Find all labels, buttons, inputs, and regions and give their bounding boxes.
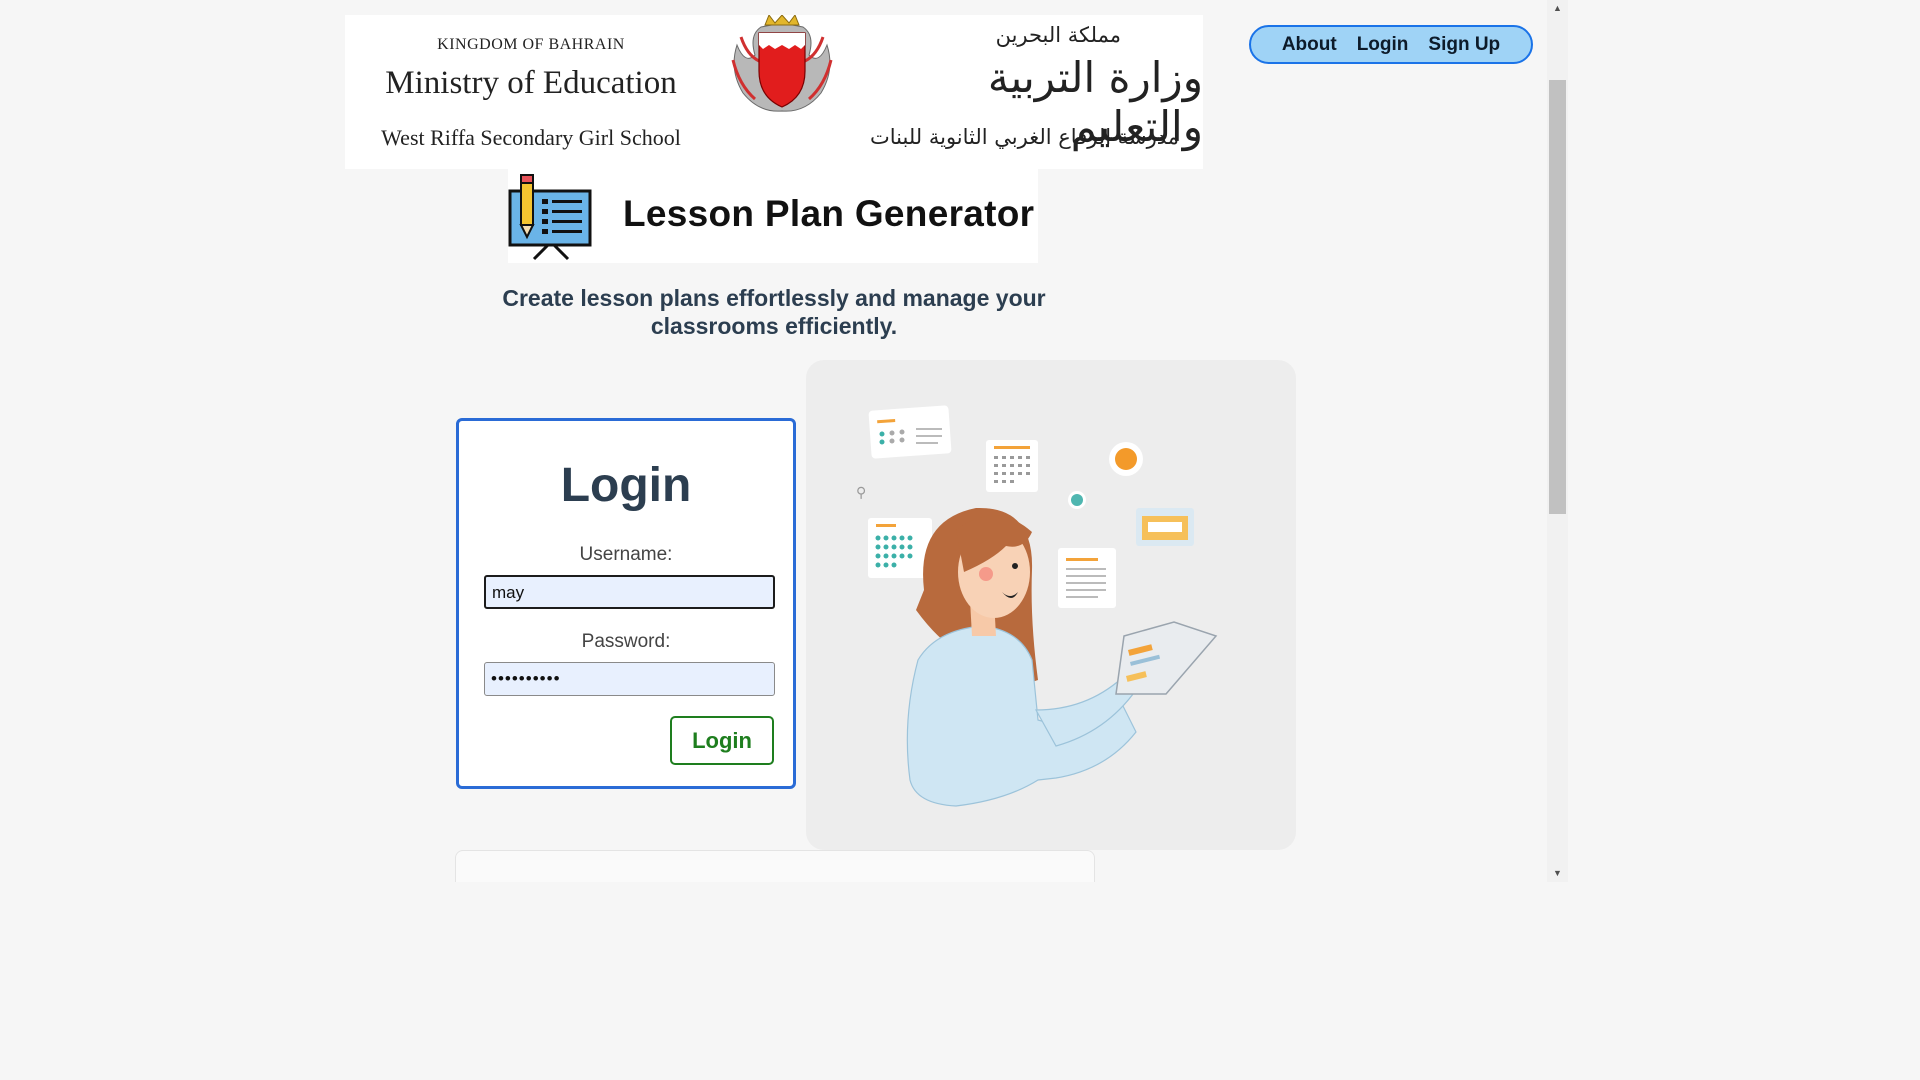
login-heading: Login: [560, 459, 692, 512]
calendar-card-icon: [868, 405, 952, 459]
app-title: Lesson Plan Generator: [623, 193, 1035, 234]
kingdom-label-ar: مملكة البحرين: [995, 23, 1121, 47]
tagline: Create lesson plans effortlessly and man…: [502, 285, 1046, 339]
app-logo: Lesson Plan Generator: [508, 169, 1038, 263]
top-nav: About Login Sign Up: [1249, 25, 1533, 64]
teacher-with-tablet-illustration: ⚲: [856, 405, 1218, 807]
nav-login-link[interactable]: Login: [1357, 34, 1409, 56]
month-calendar-icon: [986, 440, 1038, 492]
scroll-down-arrow-icon[interactable]: ▼: [1547, 865, 1568, 882]
bahrain-crest-icon: [731, 15, 833, 112]
nav-about-link[interactable]: About: [1282, 34, 1337, 56]
scroll-thumb[interactable]: [1549, 80, 1566, 514]
password-input[interactable]: ••••••••••: [484, 662, 775, 696]
browser-card-icon: [1136, 508, 1194, 546]
document-card-icon: [1058, 548, 1116, 608]
school-label: West Riffa Secondary Girl School: [381, 125, 681, 150]
teacher-illustration: ⚲: [806, 360, 1296, 850]
ministry-label: Ministry of Education: [385, 65, 677, 101]
ministry-banner: KINGDOM OF BAHRAIN Ministry of Education…: [345, 15, 1203, 169]
login-submit-button[interactable]: Login: [670, 716, 774, 765]
page-scrollbar[interactable]: ▲ ▼: [1547, 0, 1568, 882]
info-card: [455, 850, 1095, 882]
grid-card-icon: [868, 518, 932, 578]
username-input[interactable]: may: [484, 575, 775, 609]
sun-icon: [1109, 442, 1143, 476]
banner-arabic: مملكة البحرين وزارة التربية والتعليم مدر…: [845, 15, 1203, 169]
page: KINGDOM OF BAHRAIN Ministry of Education…: [0, 0, 1568, 882]
username-label: Username:: [579, 544, 673, 565]
password-label: Password:: [581, 631, 671, 652]
kingdom-label: KINGDOM OF BAHRAIN: [437, 36, 625, 53]
banner-english: KINGDOM OF BAHRAIN Ministry of Education…: [345, 15, 717, 169]
school-label-ar: مدرسة الرفاع الغربي الثانوية للبنات: [869, 125, 1179, 149]
pin-icon: ⚲: [856, 485, 866, 501]
scroll-up-arrow-icon[interactable]: ▲: [1547, 0, 1568, 17]
login-form: Login Username: may Password: ••••••••••…: [456, 418, 796, 789]
nav-signup-link[interactable]: Sign Up: [1428, 34, 1500, 56]
presentation-board-icon: [508, 174, 592, 261]
